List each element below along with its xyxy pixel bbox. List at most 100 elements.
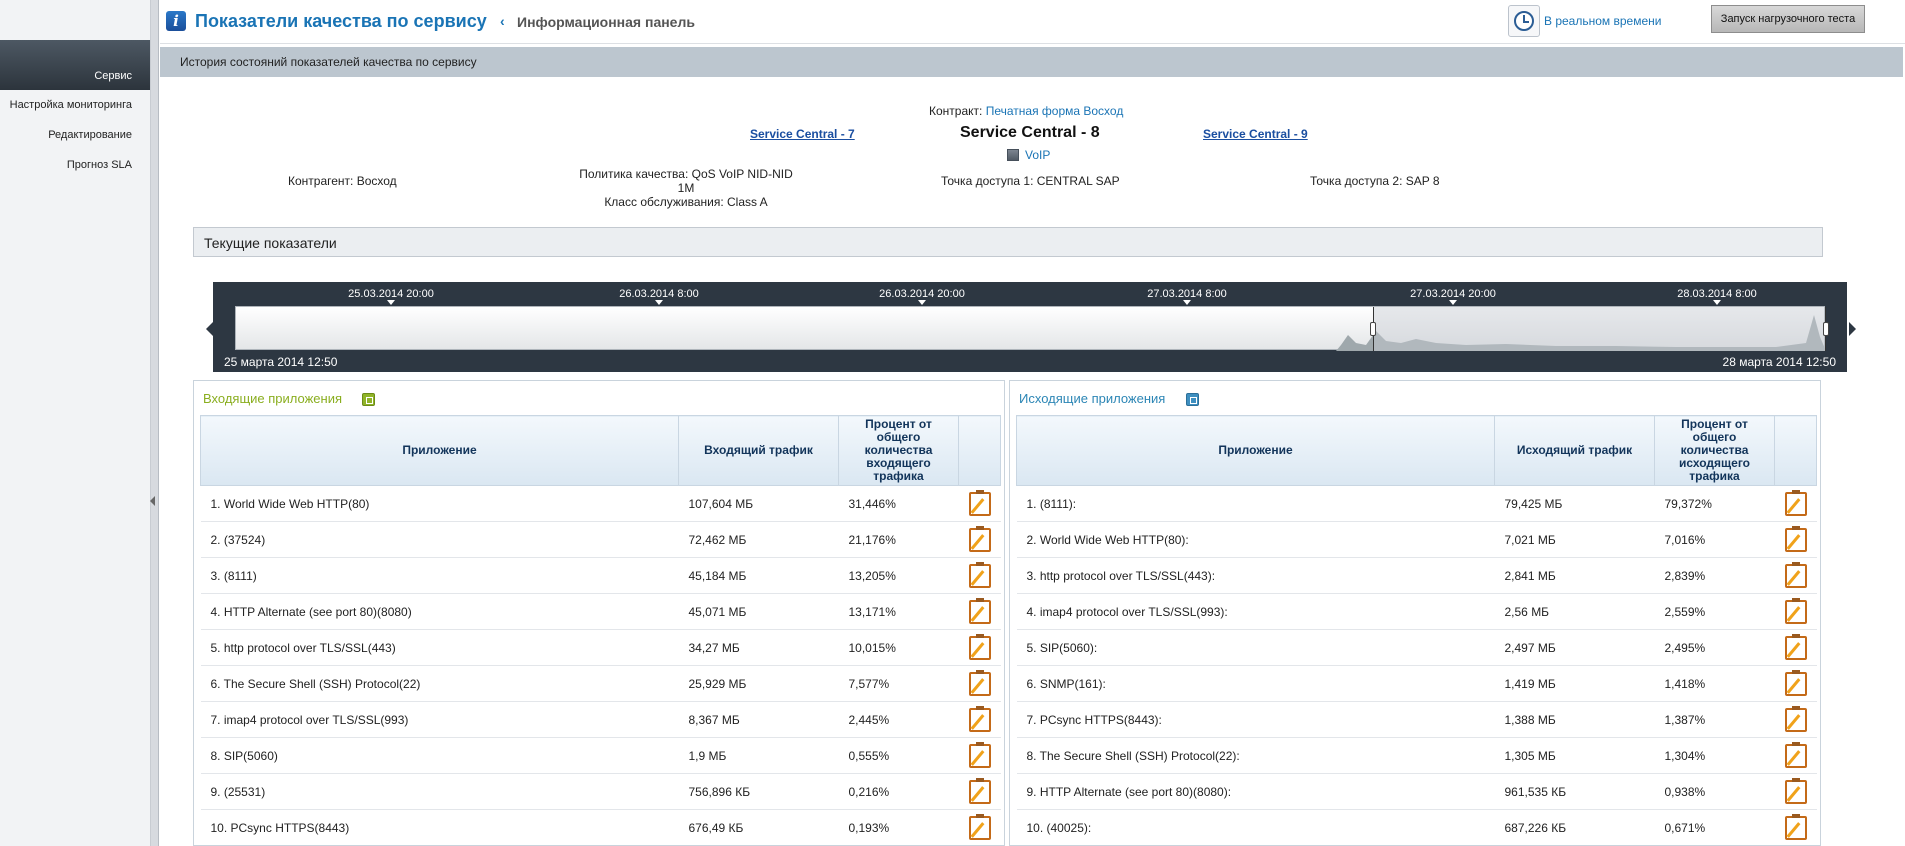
traffic-cell: 79,425 МБ — [1494, 485, 1655, 522]
edit-clipboard-icon[interactable] — [1784, 777, 1807, 804]
next-service-link[interactable]: Service Central - 9 — [1203, 127, 1308, 141]
sidebar-item-service[interactable]: Сервис — [0, 40, 150, 90]
table-row[interactable]: 7. imap4 protocol over TLS/SSL(993) 8,367… — [200, 701, 1001, 738]
collapse-arrow-icon[interactable] — [150, 496, 155, 506]
table-row[interactable]: 8. SIP(5060) 1,9 МБ 0,555% — [200, 737, 1001, 774]
edit-clipboard-icon[interactable] — [968, 633, 991, 660]
outbound-table-body: 1. (8111): 79,425 МБ 79,372% 2. World Wide … — [1016, 485, 1817, 845]
page-title: Показатели качества по сервису — [195, 11, 487, 31]
edit-clipboard-icon[interactable] — [1784, 597, 1807, 624]
app-name-cell: 10. (40025): — [1016, 809, 1495, 845]
clock-icon[interactable] — [1508, 5, 1540, 37]
edit-clipboard-icon[interactable] — [1784, 633, 1807, 660]
column-header-percent[interactable]: Процент от общего количества исходящего … — [1654, 415, 1775, 486]
column-header-application[interactable]: Приложение — [200, 415, 679, 486]
edit-clipboard-icon[interactable] — [1784, 741, 1807, 768]
sidebar-item-sla-forecast[interactable]: Прогноз SLA — [0, 150, 150, 180]
service-type-link[interactable]: VoIP — [1025, 148, 1050, 162]
sidebar-splitter[interactable] — [151, 0, 159, 846]
current-metrics-label: Текущие показатели — [204, 235, 337, 251]
row-action-cell — [1774, 593, 1817, 630]
app-name-cell: 4. imap4 protocol over TLS/SSL(993): — [1016, 593, 1495, 630]
sidebar-item-editing[interactable]: Редактирование — [0, 120, 150, 150]
edit-clipboard-icon[interactable] — [968, 597, 991, 624]
table-row[interactable]: 6. The Secure Shell (SSH) Protocol(22) 25… — [200, 665, 1001, 702]
table-row[interactable]: 9. HTTP Alternate (see port 80)(8080): 96… — [1016, 773, 1817, 810]
edit-clipboard-icon[interactable] — [968, 705, 991, 732]
edit-clipboard-icon[interactable] — [1784, 669, 1807, 696]
realtime-link[interactable]: В реальном времени — [1544, 14, 1661, 28]
row-action-cell — [1774, 773, 1817, 810]
timeline-handle-right[interactable] — [1823, 322, 1829, 336]
timeline-scroll-right-icon[interactable] — [1849, 322, 1856, 336]
app-name-cell: 1. (8111): — [1016, 485, 1495, 522]
edit-clipboard-icon[interactable] — [968, 669, 991, 696]
edit-clipboard-icon[interactable] — [1784, 705, 1807, 732]
column-header-application[interactable]: Приложение — [1016, 415, 1495, 486]
table-row[interactable]: 1. (8111): 79,425 МБ 79,372% — [1016, 485, 1817, 522]
table-row[interactable]: 4. imap4 protocol over TLS/SSL(993): 2,56… — [1016, 593, 1817, 630]
table-row[interactable]: 2. (37524) 72,462 МБ 21,176% — [200, 521, 1001, 558]
percent-cell: 2,559% — [1654, 593, 1775, 630]
table-row[interactable]: 6. SNMP(161): 1,419 МБ 1,418% — [1016, 665, 1817, 702]
edit-clipboard-icon[interactable] — [968, 777, 991, 804]
column-header-percent[interactable]: Процент от общего количества входящего т… — [838, 415, 959, 486]
table-row[interactable]: 3. (8111) 45,184 МБ 13,205% — [200, 557, 1001, 594]
percent-cell: 2,495% — [1654, 629, 1775, 666]
traffic-cell: 107,604 МБ — [678, 485, 839, 522]
timeline-scroll-left-icon[interactable] — [206, 322, 213, 336]
edit-clipboard-icon[interactable] — [968, 525, 991, 552]
access-point-2: Точка доступа 2: SAP 8 — [1310, 174, 1440, 188]
edit-clipboard-icon[interactable] — [968, 489, 991, 516]
edit-clipboard-icon[interactable] — [968, 741, 991, 768]
percent-cell: 13,171% — [838, 593, 959, 630]
traffic-cell: 2,56 МБ — [1494, 593, 1655, 630]
edit-clipboard-icon[interactable] — [1784, 525, 1807, 552]
breadcrumb[interactable]: Информационная панель — [517, 14, 695, 30]
table-row[interactable]: 3. http protocol over TLS/SSL(443): 2,841… — [1016, 557, 1817, 594]
column-header-traffic[interactable]: Исходящий трафик — [1494, 415, 1655, 486]
contract-link[interactable]: Печатная форма Восход — [986, 104, 1124, 118]
traffic-cell: 1,9 МБ — [678, 737, 839, 774]
edit-clipboard-icon[interactable] — [968, 813, 991, 840]
edit-clipboard-icon[interactable] — [1784, 561, 1807, 588]
table-row[interactable]: 5. http protocol over TLS/SSL(443) 34,27 … — [200, 629, 1001, 666]
table-row[interactable]: 1. World Wide Web HTTP(80) 107,604 МБ 31,4… — [200, 485, 1001, 522]
edit-clipboard-icon[interactable] — [968, 561, 991, 588]
column-header-traffic[interactable]: Входящий трафик — [678, 415, 839, 486]
table-row[interactable]: 5. SIP(5060): 2,497 МБ 2,495% — [1016, 629, 1817, 666]
table-row[interactable]: 10. (40025): 687,226 КБ 0,671% — [1016, 809, 1817, 845]
table-header-row: Приложение Входящий трафик Процент от об… — [200, 415, 1001, 486]
contract-label: Контракт: — [929, 104, 983, 118]
timeline-navigator[interactable]: 25.03.2014 20:00 26.03.2014 8:00 26.03.2… — [213, 282, 1847, 372]
edit-clipboard-icon[interactable] — [1784, 813, 1807, 840]
row-action-cell — [958, 809, 1001, 845]
traffic-cell: 45,071 МБ — [678, 593, 839, 630]
row-action-cell — [1774, 485, 1817, 522]
timeline-range-end: 28 марта 2014 12:50 — [1722, 355, 1836, 369]
load-test-button[interactable]: Запуск нагрузочного теста — [1711, 5, 1865, 33]
timeline-plot[interactable] — [235, 306, 1829, 351]
timeline-tick-label: 26.03.2014 20:00 — [879, 288, 965, 300]
table-row[interactable]: 8. The Secure Shell (SSH) Protocol(22): 1… — [1016, 737, 1817, 774]
table-row[interactable]: 4. HTTP Alternate (see port 80)(8080) 45,… — [200, 593, 1001, 630]
timeline-selection[interactable] — [1370, 307, 1829, 351]
export-icon[interactable] — [1186, 393, 1199, 406]
export-icon[interactable] — [362, 393, 375, 406]
traffic-cell: 676,49 КБ — [678, 809, 839, 845]
table-row[interactable]: 9. (25531) 756,896 КБ 0,216% — [200, 773, 1001, 810]
app-name-cell: 8. The Secure Shell (SSH) Protocol(22): — [1016, 737, 1495, 774]
row-action-cell — [1774, 557, 1817, 594]
timeline-handle-left[interactable] — [1370, 322, 1376, 336]
access-point-1: Точка доступа 1: CENTRAL SAP — [941, 174, 1120, 188]
table-row[interactable]: 7. PCsync HTTPS(8443): 1,388 МБ 1,387% — [1016, 701, 1817, 738]
sidebar-item-monitoring-settings[interactable]: Настройка мониторинга — [0, 90, 150, 120]
edit-clipboard-icon[interactable] — [1784, 489, 1807, 516]
app-name-cell: 2. (37524) — [200, 521, 679, 558]
prev-service-link[interactable]: Service Central - 7 — [750, 127, 855, 141]
traffic-cell: 1,388 МБ — [1494, 701, 1655, 738]
back-chevron-icon[interactable]: ‹ — [500, 13, 505, 29]
table-row[interactable]: 10. PCsync HTTPS(8443) 676,49 КБ 0,193% — [200, 809, 1001, 845]
row-action-cell — [1774, 521, 1817, 558]
table-row[interactable]: 2. World Wide Web HTTP(80): 7,021 МБ 7,016… — [1016, 521, 1817, 558]
